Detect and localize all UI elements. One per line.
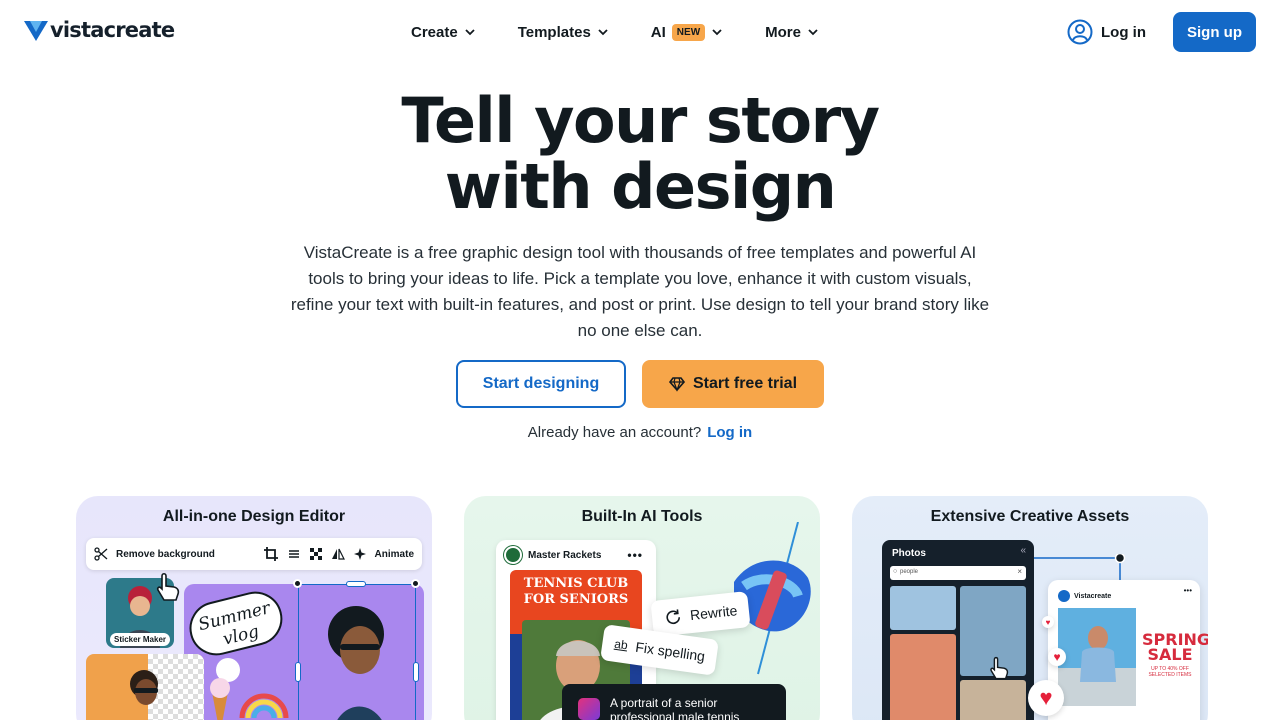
logo-text: vistacreate xyxy=(50,18,175,42)
logo[interactable]: vistacreate xyxy=(24,18,175,42)
user-icon xyxy=(1067,19,1093,45)
man-sitting-photo xyxy=(1058,626,1136,706)
nav-templates[interactable]: Templates xyxy=(518,20,609,44)
resize-handle[interactable] xyxy=(293,579,302,588)
nav-ai[interactable]: AI NEW xyxy=(651,20,723,44)
ai-prompt-text: A portrait of a senior professional male… xyxy=(610,696,740,720)
card-title: All-in-one Design Editor xyxy=(162,508,346,525)
post-header: Master Rackets ••• xyxy=(504,546,643,564)
post-account-name: Vistacreate xyxy=(1074,592,1112,600)
account-login-link[interactable]: Log in xyxy=(707,424,752,441)
lines-icon[interactable] xyxy=(287,547,301,561)
start-free-trial-button[interactable]: Start free trial xyxy=(642,360,824,408)
title-line-1: Tell your story xyxy=(401,84,880,157)
feature-card-design-editor[interactable]: All-in-one Design Editor Remove backgrou… xyxy=(76,496,432,720)
rotate-handle[interactable] xyxy=(346,581,366,587)
search-icon: ○ xyxy=(893,568,898,575)
photo-thumb[interactable] xyxy=(890,586,956,630)
main-nav: Create Templates AI NEW More xyxy=(411,20,819,44)
ai-prompt-icon xyxy=(578,698,600,720)
sale-headline: SPRING SALE xyxy=(1142,632,1208,664)
fix-spelling-label: Fix spelling xyxy=(634,638,707,665)
photos-panel-title: Photos xyxy=(892,548,926,559)
scissors-icon[interactable] xyxy=(94,547,108,561)
card-title: Extensive Creative Assets xyxy=(930,508,1130,525)
feature-card-creative-assets[interactable]: Extensive Creative Assets Photos « ○ peo… xyxy=(852,496,1208,720)
title-line-2: with design xyxy=(444,150,837,223)
resize-handle[interactable] xyxy=(411,579,420,588)
photos-panel: Photos « ○ people × xyxy=(882,540,1034,720)
photo-thumb[interactable] xyxy=(960,680,1026,720)
avatar xyxy=(504,546,522,564)
search-value: people xyxy=(900,569,919,575)
nav-more[interactable]: More xyxy=(765,20,819,44)
editor-toolbar: Remove background Animate xyxy=(86,538,422,570)
background-removal-photo xyxy=(86,654,204,720)
nav-create[interactable]: Create xyxy=(411,20,476,44)
nav-more-label: More xyxy=(765,23,801,41)
account-prompt-row: Already have an account? Log in xyxy=(0,424,1280,441)
chevron-down-icon xyxy=(598,29,608,36)
clear-icon[interactable]: × xyxy=(1017,567,1022,576)
heart-icon: ♥ xyxy=(1028,680,1064,716)
site-header: vistacreate Create Templates AI NEW More… xyxy=(0,0,1280,64)
new-badge: NEW xyxy=(671,23,706,41)
ai-prompt-box[interactable]: A portrait of a senior professional male… xyxy=(562,684,786,720)
post-headline-line-2: FOR SENIORS xyxy=(523,592,629,607)
heart-icon: ♥ xyxy=(1048,648,1066,666)
diamond-icon xyxy=(668,377,685,392)
animate-label[interactable]: Animate xyxy=(375,549,414,560)
crop-icon[interactable] xyxy=(263,546,279,562)
post-account-name: Master Rackets xyxy=(528,549,602,561)
sale-line-2: SALE xyxy=(1147,645,1193,664)
sticker-maker-label: Sticker Maker xyxy=(110,633,170,646)
signup-button[interactable]: Sign up xyxy=(1173,12,1256,52)
more-dots-icon[interactable]: ••• xyxy=(627,548,643,562)
hand-cursor-icon xyxy=(990,656,1009,680)
remove-background-label[interactable]: Remove background xyxy=(116,549,215,560)
flip-icon[interactable] xyxy=(331,547,345,561)
side-handle[interactable] xyxy=(413,662,419,682)
page-title: Tell your story with design xyxy=(0,88,1280,220)
collapse-icon[interactable]: « xyxy=(1020,545,1026,556)
login-label: Log in xyxy=(1101,23,1146,41)
account-prompt: Already have an account? xyxy=(527,424,702,441)
post-photo xyxy=(1058,608,1136,706)
feature-card-ai-tools[interactable]: Built-In AI Tools Master Rackets ••• TEN… xyxy=(464,496,820,720)
post-headline-line-1: TENNIS CLUB xyxy=(523,576,629,591)
sale-subtext: UP TO 40% OFF SELECTED ITEMS xyxy=(1148,666,1192,678)
post-headline: TENNIS CLUB FOR SENIORS xyxy=(510,576,642,608)
header-login-link[interactable]: Log in xyxy=(1067,19,1146,45)
start-free-trial-label: Start free trial xyxy=(692,375,798,392)
rewrite-icon xyxy=(666,609,681,625)
spelling-icon: ab xyxy=(613,636,629,653)
heart-icon: ♥ xyxy=(1042,616,1054,628)
rewrite-label: Rewrite xyxy=(689,602,739,624)
chevron-down-icon xyxy=(808,29,818,36)
nav-create-label: Create xyxy=(411,23,458,41)
nav-ai-label: AI xyxy=(650,23,666,41)
transparency-icon[interactable] xyxy=(309,547,323,561)
avatar xyxy=(1058,590,1070,602)
selection-box[interactable] xyxy=(298,584,416,720)
start-designing-button[interactable]: Start designing xyxy=(456,360,626,408)
side-handle[interactable] xyxy=(295,662,301,682)
photos-search-input[interactable]: ○ people × xyxy=(890,566,1026,580)
hand-cursor-icon xyxy=(156,572,180,601)
social-post-preview: Vistacreate ••• SPRING SALE UP TO 40% OF… xyxy=(1048,580,1208,720)
post-header: Vistacreate xyxy=(1058,590,1111,602)
nav-templates-label: Templates xyxy=(517,23,591,41)
sparkle-icon[interactable] xyxy=(353,547,367,561)
more-dots-icon[interactable]: ••• xyxy=(1184,586,1192,595)
chevron-down-icon xyxy=(712,29,722,36)
woman-photo xyxy=(130,670,158,705)
chevron-down-icon xyxy=(465,29,475,36)
photo-thumb[interactable] xyxy=(890,634,956,720)
hero-description: VistaCreate is a free graphic design too… xyxy=(290,243,990,340)
vistacreate-logo-icon xyxy=(24,21,48,41)
